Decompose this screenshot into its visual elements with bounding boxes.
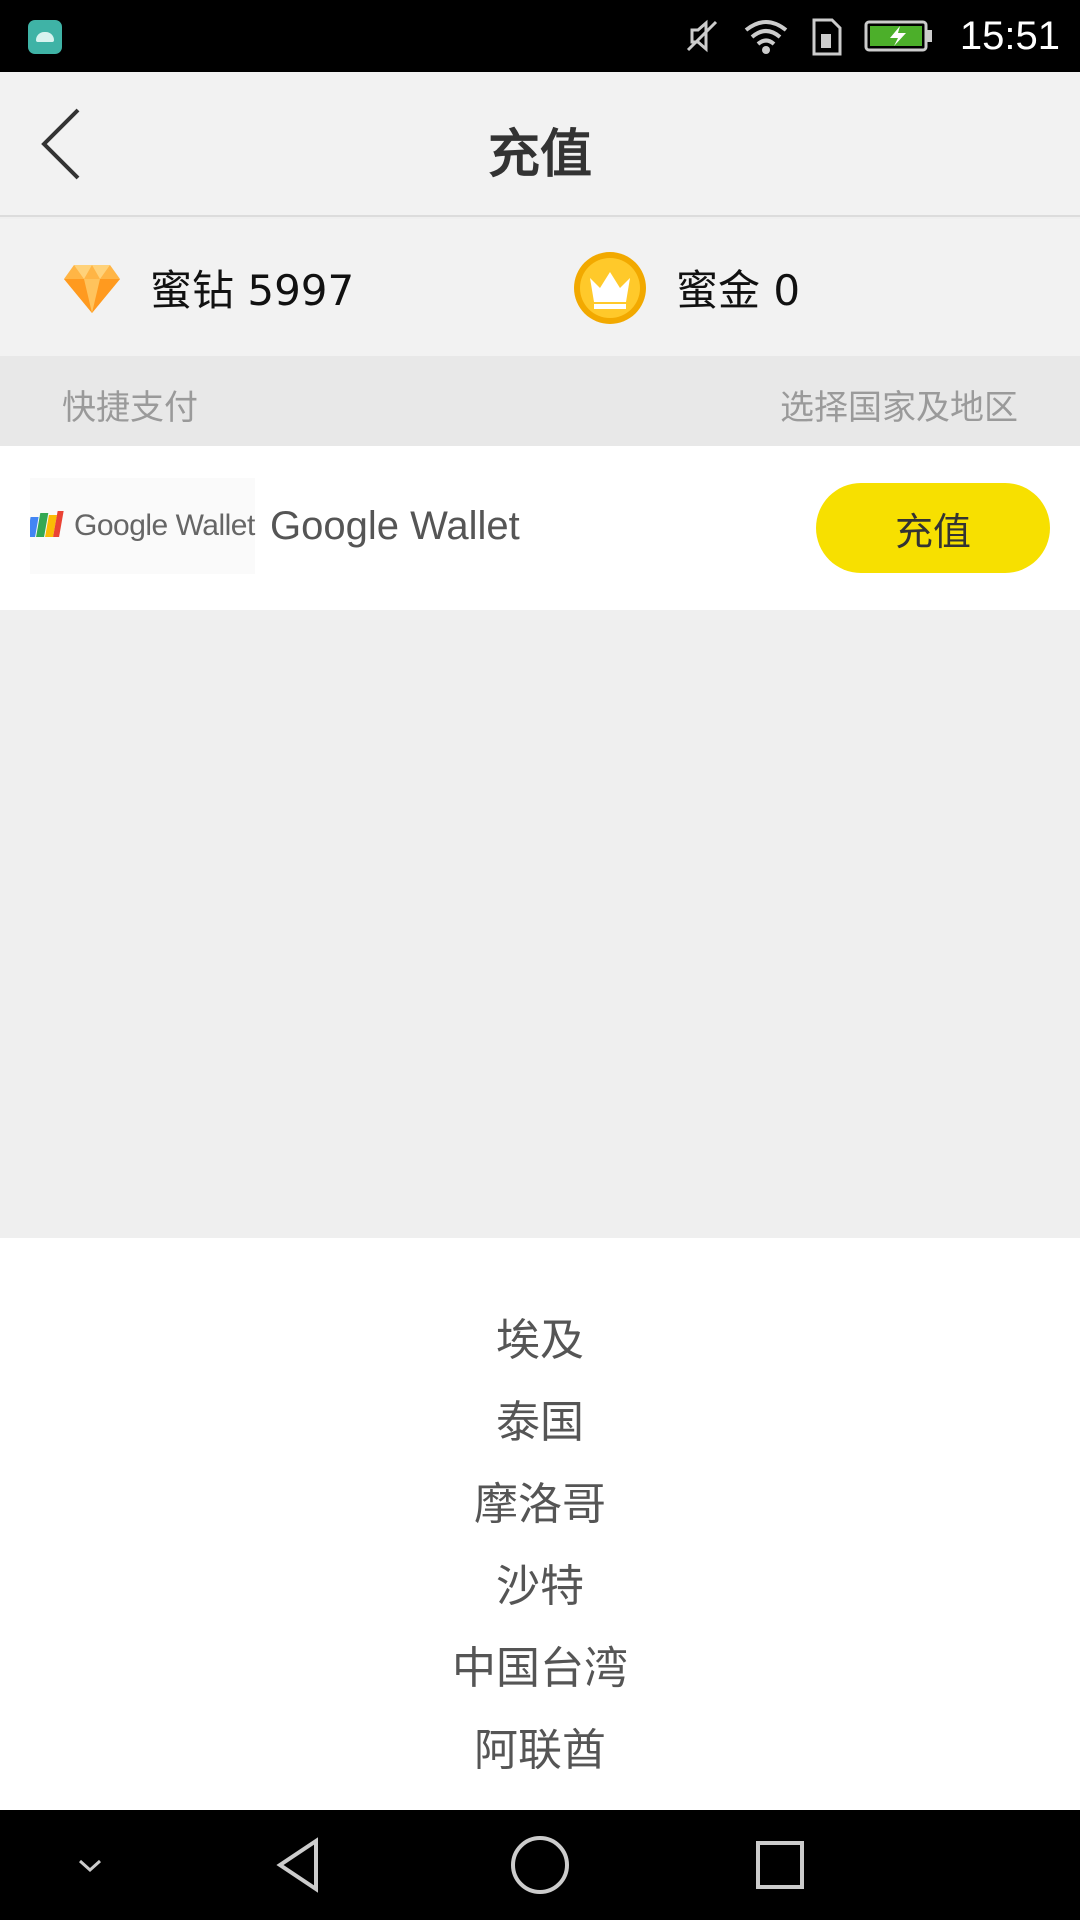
diamond-icon xyxy=(64,264,120,313)
nav-home-button[interactable] xyxy=(495,1810,585,1920)
wallet-logo-text: Google Wallet xyxy=(74,509,255,542)
country-item[interactable]: 埃及 xyxy=(0,1300,1080,1382)
back-triangle-icon xyxy=(276,1837,318,1893)
wifi-icon xyxy=(744,20,788,54)
nav-recents-button[interactable] xyxy=(735,1810,825,1920)
nav-back-button[interactable] xyxy=(255,1810,345,1920)
sim-icon xyxy=(812,18,842,56)
google-wallet-icon xyxy=(30,511,64,537)
country-item[interactable]: 沙特 xyxy=(0,1546,1080,1628)
status-bar: 15:51 xyxy=(0,0,1080,72)
quick-pay-label: 快捷支付 xyxy=(62,388,198,428)
chevron-down-icon xyxy=(78,1859,102,1873)
status-icons: 15:51 xyxy=(682,0,1060,72)
recents-square-icon xyxy=(756,1841,804,1889)
country-item[interactable]: 阿联酋 xyxy=(0,1710,1080,1792)
country-item[interactable]: 泰国 xyxy=(0,1382,1080,1464)
android-app-icon xyxy=(28,20,62,54)
country-item[interactable]: 摩洛哥 xyxy=(0,1464,1080,1546)
top-bar: 充值 xyxy=(0,72,1080,217)
recharge-button[interactable]: 充值 xyxy=(816,483,1050,573)
payment-method-row[interactable]: Google Wallet Google Wallet 充值 xyxy=(0,446,1080,610)
empty-area xyxy=(0,610,1080,1238)
navigation-bar xyxy=(0,1810,1080,1920)
balance-bar: 蜜钻 5997 蜜金 0 xyxy=(0,219,1080,356)
gold-balance: 蜜金 0 xyxy=(572,219,800,356)
country-item[interactable]: 中国台湾 xyxy=(0,1628,1080,1710)
country-picker[interactable]: 埃及 泰国 摩洛哥 沙特 中国台湾 阿联酋 xyxy=(0,1238,1080,1810)
clock: 15:51 xyxy=(959,13,1060,58)
page-title: 充值 xyxy=(487,125,592,185)
gold-balance-label: 蜜金 0 xyxy=(676,266,801,315)
crown-coin-icon xyxy=(574,251,646,324)
nav-hide-button[interactable] xyxy=(50,1810,130,1920)
home-circle-icon xyxy=(511,1836,569,1894)
diamond-balance-label: 蜜钻 5997 xyxy=(150,266,355,315)
section-header: 快捷支付 选择国家及地区 xyxy=(0,356,1080,446)
battery-charging-icon xyxy=(864,20,932,52)
mute-icon xyxy=(686,19,717,53)
google-wallet-logo: Google Wallet xyxy=(30,478,255,574)
diamond-balance: 蜜钻 5997 xyxy=(62,219,354,356)
country-list: 埃及 泰国 摩洛哥 沙特 中国台湾 阿联酋 xyxy=(0,1300,1080,1792)
payment-method-name: Google Wallet xyxy=(270,504,520,548)
select-country-link[interactable]: 选择国家及地区 xyxy=(780,380,1018,429)
